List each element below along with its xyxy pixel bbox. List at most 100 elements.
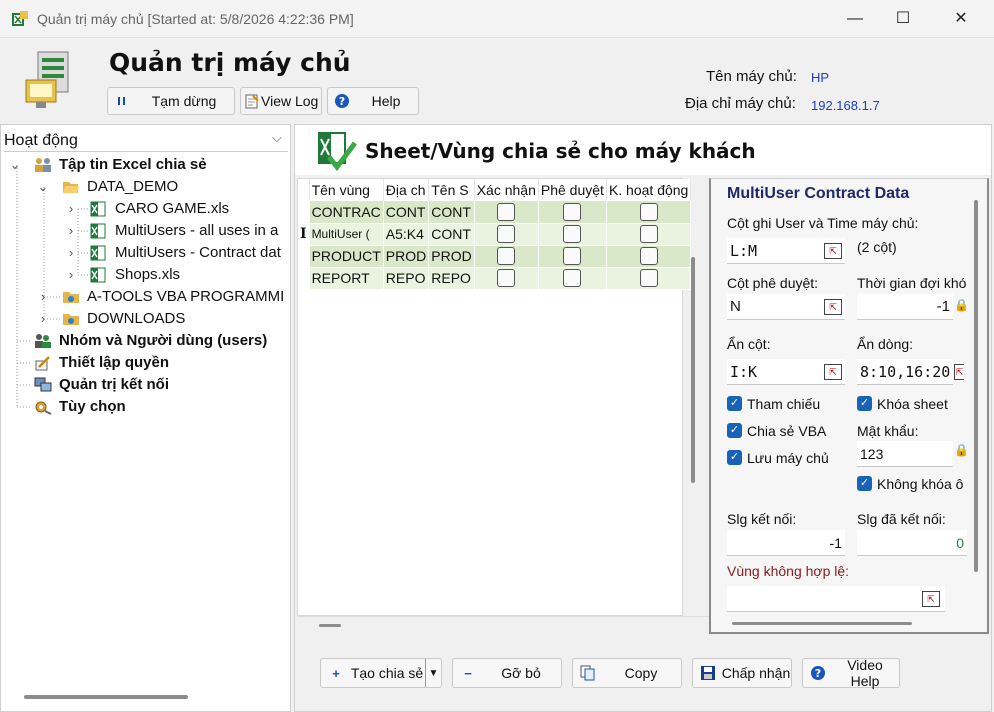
conn-count-input[interactable]: -1 [727,530,845,556]
chevron-down-icon[interactable]: ⌄ [36,176,50,198]
column-header[interactable]: Phê duyệt [538,179,607,201]
video-help-button[interactable]: ? Video Help [802,657,900,689]
inactive-cell[interactable] [606,245,692,268]
column-header[interactable]: Địa ch [383,179,430,201]
approve-cell[interactable] [538,223,607,246]
invalid-range-input[interactable] [727,586,945,612]
inactive-checkbox[interactable] [639,202,658,221]
table-cell[interactable]: PROD [428,245,475,268]
password-input[interactable]: 123 [857,441,953,467]
table-row[interactable]: CONTRAC CONT CONT [298,201,692,224]
table-row[interactable]: PRODUCT PROD PROD [298,245,692,268]
chevron-down-icon: ⌵ [272,130,282,145]
table-cell[interactable]: PRODUCT [309,245,384,268]
hide-rows-input[interactable]: 8:10,16:20 [857,359,953,385]
table-cell[interactable]: CONT [428,223,475,246]
close-button[interactable]: ✕ [938,0,984,38]
inactive-cell[interactable] [606,201,692,224]
help-button[interactable]: ? Help [327,87,419,115]
approve-checkbox[interactable] [563,225,582,243]
maximize-button[interactable]: ☐ [880,0,926,38]
column-header[interactable]: Xác nhận [474,179,539,201]
sidebar-h-scrollbar[interactable] [24,695,188,699]
approve-checkbox[interactable] [563,202,582,221]
table-row[interactable]: I MultiUser ( A5:K4 CONT [298,223,692,246]
chevron-right-icon[interactable]: › [64,264,78,286]
confirm-checkbox[interactable] [497,225,516,243]
approve-cell[interactable] [538,201,607,224]
confirm-cell[interactable] [474,201,539,224]
table-cell[interactable]: CONTRAC [309,201,384,224]
row-header[interactable]: I [298,223,310,246]
activity-dropdown[interactable]: Hoạt động ⌵ [4,130,288,152]
detail-h-scrollbar[interactable] [732,622,912,625]
inactive-cell[interactable] [606,223,692,246]
activity-dropdown-value: Hoạt động [4,132,78,149]
table-cell[interactable]: PROD [383,245,430,268]
share-vba-checkbox[interactable]: ✓ [727,423,742,438]
inactive-cell[interactable] [606,267,692,290]
range-picker-icon[interactable]: ⇱ [922,591,940,607]
inactive-checkbox[interactable] [639,225,658,243]
hide-rows-label: Ẩn dòng: [857,336,914,352]
approve-cell[interactable] [538,245,607,268]
row-header[interactable] [298,267,310,290]
no-lock-cell-checkbox[interactable]: ✓ [857,476,872,491]
range-picker-icon[interactable]: ⇱ [954,364,964,380]
lock-sheet-checkbox[interactable]: ✓ [857,396,872,411]
minimize-button[interactable]: — [832,0,878,38]
table-cell[interactable]: REPO [383,267,430,290]
detail-title: MultiUser Contract Data [727,185,910,202]
help-icon: ? [334,93,350,109]
create-share-button[interactable]: + Tạo chia sẻ ▼ [320,658,442,688]
inactive-checkbox[interactable] [639,247,658,265]
table-cell[interactable]: CONT [428,201,475,224]
view-log-button[interactable]: View Log [240,87,322,115]
chevron-right-icon[interactable]: › [64,220,78,242]
chevron-right-icon[interactable]: › [64,242,78,264]
remove-button[interactable]: − Gỡ bỏ [452,658,562,688]
chevron-right-icon[interactable]: › [64,198,78,220]
confirm-checkbox[interactable] [497,269,516,287]
approve-checkbox[interactable] [563,269,582,287]
dropdown-arrow-icon[interactable]: ▼ [425,659,441,687]
table-cell[interactable]: A5:K4 [383,223,430,246]
table-cell[interactable]: REPO [428,267,475,290]
reference-checkbox[interactable]: ✓ [727,396,742,411]
confirm-cell[interactable] [474,267,539,290]
column-header[interactable]: Tên vùng [309,179,384,201]
column-header[interactable]: K. hoạt động [606,179,692,201]
grid-v-scrollbar[interactable] [691,257,695,483]
column-header[interactable]: Tên S [428,179,475,201]
table-row[interactable]: REPORT REPO REPO [298,267,692,290]
inactive-checkbox[interactable] [639,269,658,287]
copy-button[interactable]: Copy [572,658,682,688]
grid-h-scrollbar[interactable] [319,624,341,627]
share-grid[interactable]: Tên vùng Địa ch Tên S Xác nhận Phê duyệt… [297,178,695,616]
confirm-cell[interactable] [474,223,539,246]
chevron-right-icon[interactable]: › [36,308,50,330]
range-picker-icon[interactable]: ⇱ [824,299,842,315]
app-icon [11,10,29,28]
table-cell[interactable]: REPORT [309,267,384,290]
range-picker-icon[interactable]: ⇱ [824,243,842,259]
row-header[interactable] [298,245,310,268]
approve-checkbox[interactable] [563,247,582,265]
confirm-checkbox[interactable] [497,247,516,265]
users-icon [34,333,52,356]
chevron-down-icon[interactable]: ⌄ [8,154,22,176]
pause-button[interactable]: Tạm dừng [107,87,235,115]
accept-button[interactable]: Chấp nhận [692,658,792,688]
range-picker-icon[interactable]: ⇱ [824,364,842,380]
confirm-cell[interactable] [474,245,539,268]
copy-label: Copy [624,665,658,681]
save-server-checkbox[interactable]: ✓ [727,450,742,465]
table-cell[interactable]: MultiUser ( [309,223,384,246]
table-cell[interactable]: CONT [383,201,430,224]
confirm-checkbox[interactable] [497,202,516,221]
approve-cell[interactable] [538,267,607,290]
lock-wait-input[interactable]: -1 [857,294,953,320]
detail-v-scrollbar[interactable] [974,200,978,572]
chevron-right-icon[interactable]: › [36,286,50,308]
row-header[interactable] [298,201,310,224]
